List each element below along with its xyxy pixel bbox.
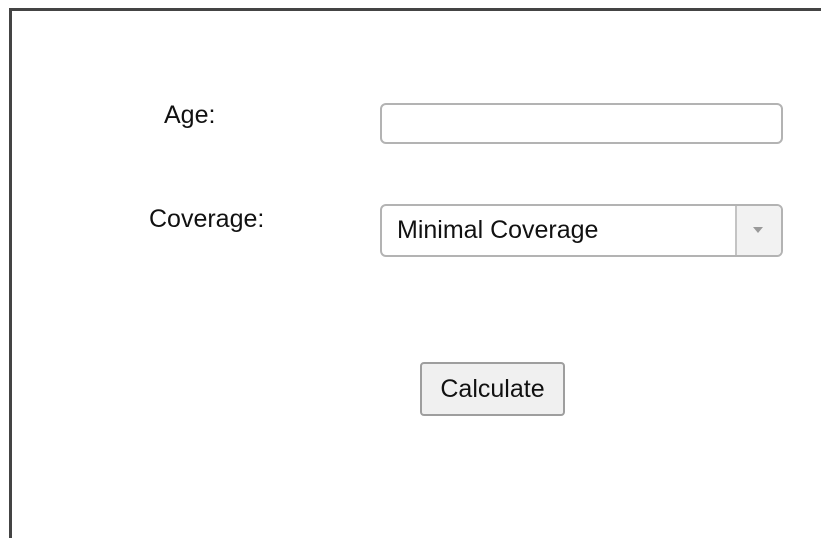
calculate-button[interactable]: Calculate	[420, 362, 565, 416]
age-label: Age:	[164, 101, 216, 129]
coverage-selected-value: Minimal Coverage	[397, 216, 599, 244]
dropdown-toggle[interactable]	[735, 206, 781, 255]
coverage-select[interactable]: Minimal Coverage	[380, 204, 783, 257]
age-input[interactable]	[380, 103, 783, 144]
chevron-down-icon	[753, 227, 763, 233]
coverage-label: Coverage:	[149, 205, 265, 233]
form-window: Age: Coverage: Minimal Coverage Calculat…	[9, 8, 821, 538]
